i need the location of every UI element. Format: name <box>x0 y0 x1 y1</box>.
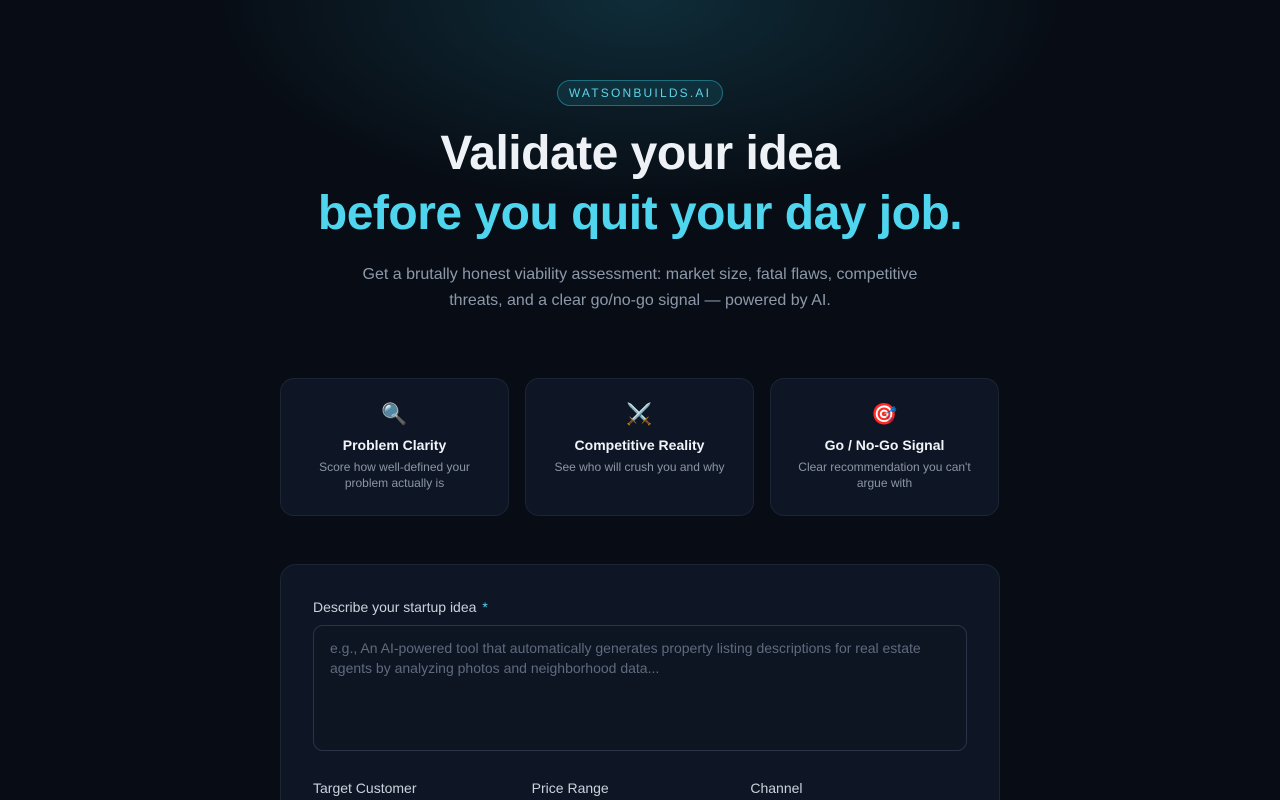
brand-badge: WATSONBUILDS.AI <box>557 80 723 106</box>
target-icon: 🎯 <box>871 403 898 426</box>
feature-title: Competitive Reality <box>574 437 705 453</box>
target-customer-label: Target Customer <box>313 780 417 796</box>
feature-card-problem-clarity: 🔍 Problem Clarity Score how well-defined… <box>280 378 509 516</box>
feature-description: Score how well-defined your problem actu… <box>319 460 470 490</box>
crossed-swords-icon: ⚔️ <box>626 403 653 426</box>
feature-card-competitive-reality: ⚔️ Competitive Reality See who will crus… <box>525 378 754 516</box>
hero-subtitle: Get a brutally honest viability assessme… <box>362 266 918 309</box>
feature-title: Problem Clarity <box>342 437 447 453</box>
feature-description: Clear recommendation you can't argue wit… <box>798 460 971 490</box>
price-range-label: Price Range <box>531 780 609 796</box>
title-line-1: Validate your idea <box>440 127 840 180</box>
feature-description: See who will crush you and why <box>554 460 725 474</box>
feature-title: Go / No-Go Signal <box>824 437 945 453</box>
feature-cards: 🔍 Problem Clarity Score how well-defined… <box>280 378 1000 516</box>
page: WATSONBUILDS.AI Validate your idea befor… <box>0 0 1280 800</box>
required-marker: * <box>482 599 488 615</box>
idea-label: Describe your startup idea * <box>313 599 488 615</box>
idea-label-text: Describe your startup idea <box>313 599 477 615</box>
page-title: Validate your idea before you quit your … <box>0 124 1280 244</box>
channel-label: Channel <box>750 780 803 796</box>
feature-card-go-no-go: 🎯 Go / No-Go Signal Clear recommendation… <box>770 378 999 516</box>
magnifying-glass-icon: 🔍 <box>381 403 408 426</box>
idea-textarea[interactable] <box>313 625 967 751</box>
title-line-2: before you quit your day job. <box>317 187 963 240</box>
idea-form: Describe your startup idea * Target Cust… <box>280 564 1000 800</box>
field-labels-row: Target Customer Price Range Channel <box>313 780 969 796</box>
